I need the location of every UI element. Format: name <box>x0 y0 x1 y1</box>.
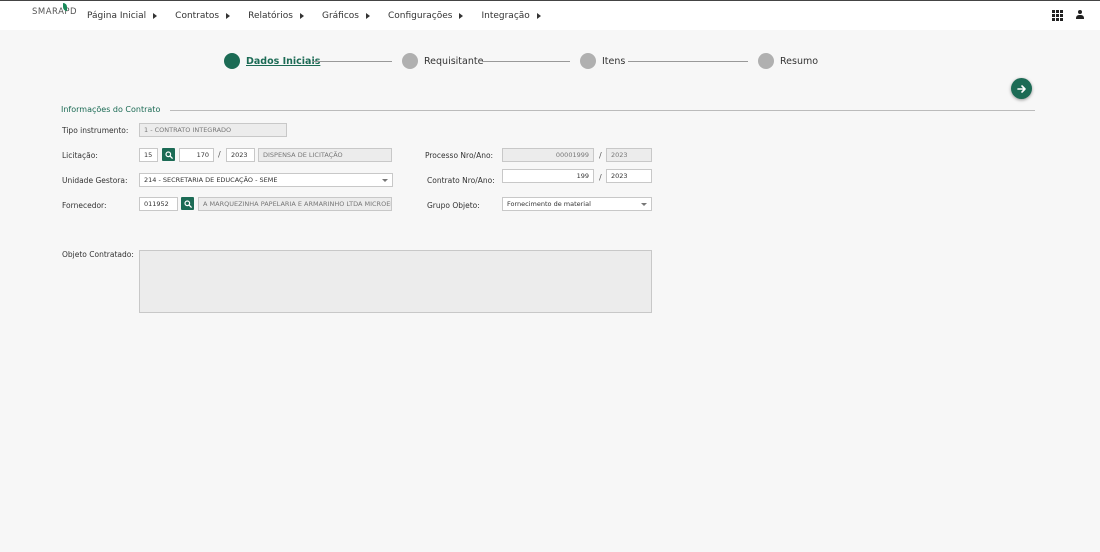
step-circle <box>224 53 240 69</box>
caret-right-icon <box>536 13 541 19</box>
step-resumo[interactable]: Resumo <box>758 53 818 69</box>
fornecedor-search-button[interactable] <box>181 197 194 210</box>
step-connector <box>312 61 392 62</box>
contrato-ano-input[interactable]: 2023 <box>606 169 652 183</box>
separator-slash: / <box>218 150 221 159</box>
nav-item-relatorios[interactable]: Relatórios <box>248 11 304 21</box>
chevron-down-icon <box>641 202 647 206</box>
fornecedor-nome-field: A MARQUEZINHA PAPELARIA E ARMARINHO LTDA… <box>198 197 392 211</box>
fornecedor-code-input[interactable]: 011952 <box>139 197 178 211</box>
contrato-numero-input[interactable]: 199 <box>502 169 594 183</box>
step-connector <box>628 61 748 62</box>
licitacao-label: Licitação: <box>62 151 98 160</box>
processo-ano-field: 2023 <box>606 148 652 162</box>
processo-label: Processo Nro/Ano: <box>425 151 494 160</box>
licitacao-ano-input[interactable]: 2023 <box>226 148 255 162</box>
step-dados-iniciais[interactable]: Dados Iniciais <box>224 53 320 69</box>
licitacao-code-input[interactable]: 15 <box>139 148 158 162</box>
wizard-stepper: Dados Iniciais Requisitante Itens Resumo <box>224 53 824 69</box>
step-itens[interactable]: Itens <box>580 53 625 69</box>
caret-right-icon <box>365 13 370 19</box>
licitacao-search-button[interactable] <box>162 148 175 161</box>
nav-item-pagina-inicial[interactable]: Página Inicial <box>87 11 158 21</box>
nav-item-integracao[interactable]: Integração <box>481 11 541 21</box>
caret-right-icon <box>459 13 464 19</box>
caret-right-icon <box>153 13 158 19</box>
objeto-contratado-textarea[interactable] <box>139 250 652 313</box>
separator-slash: / <box>599 173 602 182</box>
nav-item-contratos[interactable]: Contratos <box>175 11 231 21</box>
contrato-label: Contrato Nro/Ano: <box>427 176 495 185</box>
apps-grid-icon[interactable] <box>1052 10 1063 21</box>
grupo-objeto-label: Grupo Objeto: <box>427 201 480 210</box>
processo-numero-field: 00001999 <box>502 148 594 162</box>
step-circle <box>402 53 418 69</box>
step-connector <box>482 61 570 62</box>
grupo-objeto-select[interactable]: Fornecimento de material <box>502 197 652 211</box>
step-circle <box>580 53 596 69</box>
user-icon[interactable] <box>1076 10 1084 20</box>
unidade-gestora-label: Unidade Gestora: <box>62 176 128 185</box>
nav-item-configuracoes[interactable]: Configurações <box>388 11 464 21</box>
licitacao-descricao-field: DISPENSA DE LICITAÇÃO <box>258 148 392 162</box>
next-step-button[interactable] <box>1011 78 1032 99</box>
main-menu: Página Inicial Contratos Relatórios Gráf… <box>87 1 559 31</box>
fornecedor-label: Fornecedor: <box>62 201 107 210</box>
step-requisitante[interactable]: Requisitante <box>402 53 483 69</box>
unidade-gestora-select[interactable]: 214 - SECRETARIA DE EDUCAÇÃO - SEME <box>139 173 393 187</box>
caret-right-icon <box>226 13 231 19</box>
logo-leaf-icon <box>63 3 67 11</box>
logo-text: SMARAPD <box>32 7 78 17</box>
arrow-right-icon <box>1016 84 1026 93</box>
separator-slash: / <box>599 151 602 160</box>
search-icon <box>183 199 192 208</box>
top-navbar: SMARAPD Página Inicial Contratos Relatór… <box>0 0 1100 30</box>
search-icon <box>164 150 173 159</box>
chevron-down-icon <box>382 178 388 182</box>
tipo-instrumento-field: 1 - CONTRATO INTEGRADO <box>139 123 287 137</box>
nav-item-graficos[interactable]: Gráficos <box>322 11 370 21</box>
objeto-contratado-label: Objeto Contratado: <box>62 250 134 259</box>
section-title: Informações do Contrato <box>61 105 161 114</box>
caret-right-icon <box>299 13 304 19</box>
section-divider <box>170 110 1035 111</box>
step-circle <box>758 53 774 69</box>
licitacao-numero-input[interactable]: 170 <box>179 148 214 162</box>
tipo-instrumento-label: Tipo instrumento: <box>62 126 129 135</box>
app-logo[interactable]: SMARAPD <box>32 3 78 17</box>
